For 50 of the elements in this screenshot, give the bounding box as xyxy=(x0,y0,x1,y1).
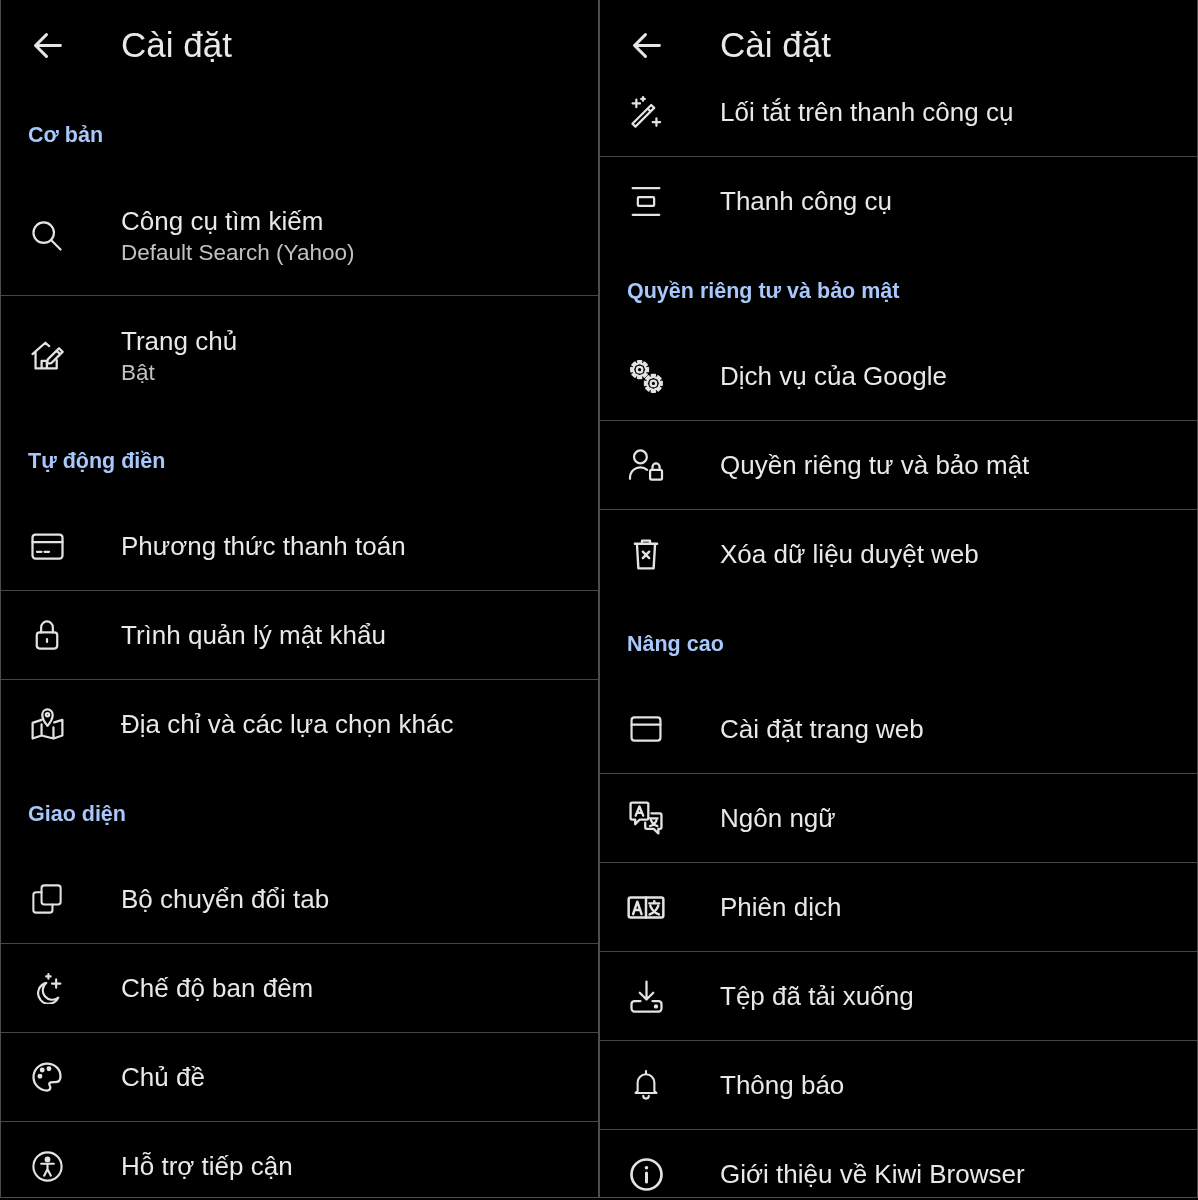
browser-window-icon xyxy=(630,716,662,742)
settings-item[interactable]: Ngôn ngữ xyxy=(600,774,1197,863)
settings-item[interactable]: Trang chủ Bật xyxy=(1,296,598,416)
settings-item[interactable]: Công cụ tìm kiếm Default Search (Yahoo) xyxy=(1,176,598,296)
screen-title: Cài đặt xyxy=(720,25,831,65)
section-heading: Quyền riêng tư và bảo mật xyxy=(627,278,900,304)
settings-item[interactable]: Hỗ trợ tiếp cận xyxy=(1,1122,598,1197)
settings-item[interactable]: Xóa dữ liệu duyệt web xyxy=(600,510,1197,599)
section-heading: Giao diện xyxy=(28,801,126,827)
house-pencil-icon xyxy=(30,340,64,371)
settings-item[interactable]: Trình quản lý mật khẩu xyxy=(1,591,598,680)
settings-item[interactable]: Địa chỉ và các lựa chọn khác xyxy=(1,680,598,769)
map-pin-icon xyxy=(30,708,64,740)
settings-item[interactable]: Phiên dịch xyxy=(600,863,1197,952)
bell-icon xyxy=(634,1070,658,1100)
settings-item[interactable]: Chủ đề xyxy=(1,1033,598,1122)
settings-item[interactable]: Cài đặt trang web xyxy=(600,685,1197,774)
magic-wand-icon xyxy=(630,96,662,128)
settings-item[interactable]: Tệp đã tải xuống xyxy=(600,952,1197,1041)
download-icon xyxy=(629,979,663,1013)
translate-bubbles-icon xyxy=(629,801,663,835)
trash-x-icon xyxy=(633,538,659,570)
setting-summary: Bật xyxy=(121,359,156,386)
section-heading: Tự động điền xyxy=(28,448,166,474)
toolbar-icon xyxy=(631,186,661,216)
translate-icon xyxy=(627,895,665,919)
info-icon xyxy=(629,1157,663,1191)
settings-item[interactable]: Thông báo xyxy=(600,1041,1197,1130)
back-arrow-icon xyxy=(34,32,62,58)
settings-item[interactable]: Giới thiệu về Kiwi Browser xyxy=(600,1130,1197,1197)
setting-summary: Default Search (Yahoo) xyxy=(121,239,355,266)
search-icon xyxy=(32,220,62,251)
section-heading: Nâng cao xyxy=(627,631,724,657)
settings-item[interactable]: Dịch vụ của Google xyxy=(600,332,1197,421)
section-heading: Cơ bản xyxy=(28,122,103,148)
settings-item[interactable]: Lối tắt trên thanh công cụ xyxy=(600,90,1197,157)
palette-icon xyxy=(32,1062,62,1092)
settings-item[interactable]: Thanh công cụ xyxy=(600,157,1197,246)
padlock-icon xyxy=(35,620,59,650)
settings-item[interactable]: Chế độ ban đêm xyxy=(1,944,598,1033)
settings-item[interactable]: Bộ chuyển đổi tab xyxy=(1,855,598,944)
accessibility-icon xyxy=(31,1150,63,1182)
back-arrow-icon xyxy=(633,32,661,58)
credit-card-icon xyxy=(30,532,64,560)
person-padlock-icon xyxy=(628,449,664,481)
settings-item[interactable]: Quyền riêng tư và bảo mật xyxy=(600,421,1197,510)
two-squares-icon xyxy=(32,884,62,914)
settings-item[interactable]: Phương thức thanh toán xyxy=(1,502,598,591)
gears-icon xyxy=(629,359,663,393)
screen-title: Cài đặt xyxy=(121,25,232,65)
